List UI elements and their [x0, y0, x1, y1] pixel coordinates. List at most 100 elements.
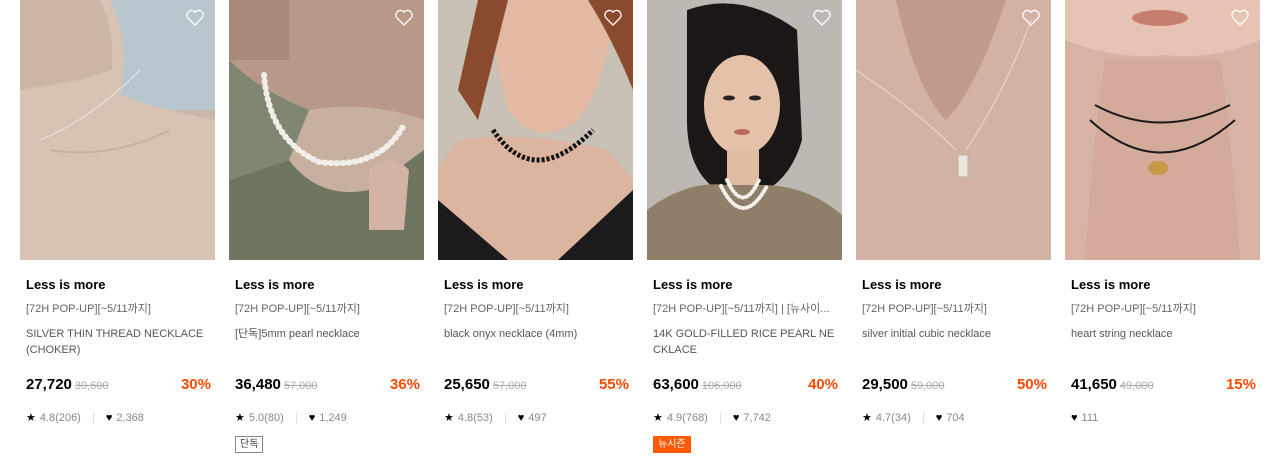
product-meta: ★ 4.8(53) ♥ 497	[444, 410, 547, 426]
product-name[interactable]: [단독]5mm pearl necklace	[235, 326, 424, 358]
product-name[interactable]: 14K GOLD-FILLED RICE PEARL NECKLACE	[653, 326, 842, 358]
sale-price: 41,650	[1071, 376, 1117, 393]
discount-rate: 55%	[598, 376, 629, 393]
wishlist-heart-icon[interactable]	[812, 8, 832, 27]
brand-name[interactable]: Less is more	[235, 277, 424, 293]
brand-name[interactable]: Less is more	[862, 277, 1051, 293]
product-name[interactable]: heart string necklace	[1071, 326, 1260, 358]
original-price: 39,600	[74, 380, 109, 392]
price-row: 27,720 39,600 30%	[26, 376, 211, 396]
meta-divider	[295, 413, 297, 423]
rating-text: 4.8(53)	[457, 412, 493, 424]
heart-filled-icon: ♥	[308, 412, 316, 424]
sale-price: 27,720	[26, 376, 72, 393]
heart-filled-icon: ♥	[1071, 412, 1078, 424]
promo-text: [72H POP-UP][~5/11까지] | [뉴사이...	[653, 303, 830, 315]
brand-name[interactable]: Less is more	[26, 277, 215, 293]
product-image[interactable]	[229, 0, 424, 260]
heart-filled-icon: ♥	[935, 412, 943, 424]
new-season-tag: 뉴시즌	[653, 436, 691, 453]
wishlist-heart-icon[interactable]	[603, 8, 623, 27]
product-card[interactable]: Less is more [72H POP-UP][~5/11까지] heart…	[1065, 0, 1260, 470]
product-image[interactable]	[1065, 0, 1260, 260]
promo-text: [72H POP-UP][~5/11까지]	[235, 303, 360, 315]
product-photo[interactable]	[438, 0, 633, 260]
heart-filled-icon: ♥	[517, 412, 525, 424]
sale-price: 63,600	[653, 376, 699, 393]
meta-divider	[92, 413, 94, 423]
likes-count: 2,368	[116, 412, 144, 424]
product-image[interactable]	[20, 0, 215, 260]
product-card[interactable]: Less is more [72H POP-UP][~5/11까지] SILVE…	[20, 0, 215, 470]
rating-text: 5.0(80)	[248, 412, 284, 424]
sale-price: 25,650	[444, 376, 490, 393]
star-icon: ★	[862, 412, 872, 424]
price-row: 63,600 106,000 40%	[653, 376, 838, 396]
price-row: 41,650 49,000 15%	[1071, 376, 1256, 396]
likes-count: 704	[946, 412, 965, 424]
discount-rate: 30%	[180, 376, 211, 393]
wishlist-heart-icon[interactable]	[1021, 8, 1041, 27]
product-image[interactable]	[438, 0, 633, 260]
product-meta: ★ 4.8(206) ♥ 2,368	[26, 410, 144, 426]
discount-rate: 15%	[1225, 376, 1256, 393]
product-name[interactable]: silver initial cubic necklace	[862, 326, 1051, 358]
promo-text: [72H POP-UP][~5/11까지]	[444, 303, 569, 315]
product-meta: ★ 4.9(768) ♥ 7,742	[653, 410, 771, 426]
product-photo[interactable]	[647, 0, 842, 260]
product-name[interactable]: SILVER THIN THREAD NECKLACE (CHOKER)	[26, 326, 215, 358]
discount-rate: 40%	[807, 376, 838, 393]
promo-text: [72H POP-UP][~5/11까지]	[1071, 303, 1196, 315]
meta-divider	[922, 413, 924, 423]
brand-name[interactable]: Less is more	[653, 277, 842, 293]
product-name[interactable]: black onyx necklace (4mm)	[444, 326, 633, 358]
sale-price: 29,500	[862, 376, 908, 393]
original-price: 106,000	[701, 380, 742, 392]
product-card[interactable]: Less is more [72H POP-UP][~5/11까지] | [뉴사…	[647, 0, 842, 470]
original-price: 49,000	[1119, 380, 1154, 392]
rating-text: 4.9(768)	[666, 412, 708, 424]
likes-count: 1,249	[319, 412, 347, 424]
product-photo[interactable]	[229, 0, 424, 260]
price-row: 25,650 57,000 55%	[444, 376, 629, 396]
likes-count: 497	[528, 412, 547, 424]
product-grid: Less is more [72H POP-UP][~5/11까지] SILVE…	[20, 0, 1260, 470]
product-meta: ★ 5.0(80) ♥ 1,249	[235, 410, 347, 426]
product-meta: ♥ 111	[1071, 410, 1098, 426]
likes-count: 7,742	[743, 412, 771, 424]
exclusive-tag: 단독	[235, 436, 264, 453]
heart-filled-icon: ♥	[732, 412, 740, 424]
product-image[interactable]	[856, 0, 1051, 260]
product-card[interactable]: Less is more [72H POP-UP][~5/11까지] [단독]5…	[229, 0, 424, 470]
heart-filled-icon: ♥	[105, 412, 113, 424]
product-image[interactable]	[647, 0, 842, 260]
original-price: 59,000	[910, 380, 945, 392]
price-row: 29,500 59,000 50%	[862, 376, 1047, 396]
wishlist-heart-icon[interactable]	[1230, 8, 1250, 27]
wishlist-heart-icon[interactable]	[394, 8, 414, 27]
promo-text: [72H POP-UP][~5/11까지]	[862, 303, 987, 315]
discount-rate: 36%	[389, 376, 420, 393]
star-icon: ★	[444, 412, 454, 424]
product-photo[interactable]	[20, 0, 215, 260]
product-photo[interactable]	[1065, 0, 1260, 260]
product-meta: ★ 4.7(34) ♥ 704	[862, 410, 965, 426]
meta-divider	[719, 413, 721, 423]
promo-text: [72H POP-UP][~5/11까지]	[26, 303, 151, 315]
product-card[interactable]: Less is more [72H POP-UP][~5/11까지] silve…	[856, 0, 1051, 470]
product-card[interactable]: Less is more [72H POP-UP][~5/11까지] black…	[438, 0, 633, 470]
rating-text: 4.8(206)	[39, 412, 81, 424]
wishlist-heart-icon[interactable]	[185, 8, 205, 27]
brand-name[interactable]: Less is more	[444, 277, 633, 293]
likes-count: 111	[1081, 412, 1099, 424]
original-price: 57,000	[283, 380, 318, 392]
sale-price: 36,480	[235, 376, 281, 393]
product-photo[interactable]	[856, 0, 1051, 260]
star-icon: ★	[235, 412, 245, 424]
star-icon: ★	[26, 412, 36, 424]
brand-name[interactable]: Less is more	[1071, 277, 1260, 293]
meta-divider	[504, 413, 506, 423]
star-icon: ★	[653, 412, 663, 424]
discount-rate: 50%	[1016, 376, 1047, 393]
rating-text: 4.7(34)	[875, 412, 911, 424]
